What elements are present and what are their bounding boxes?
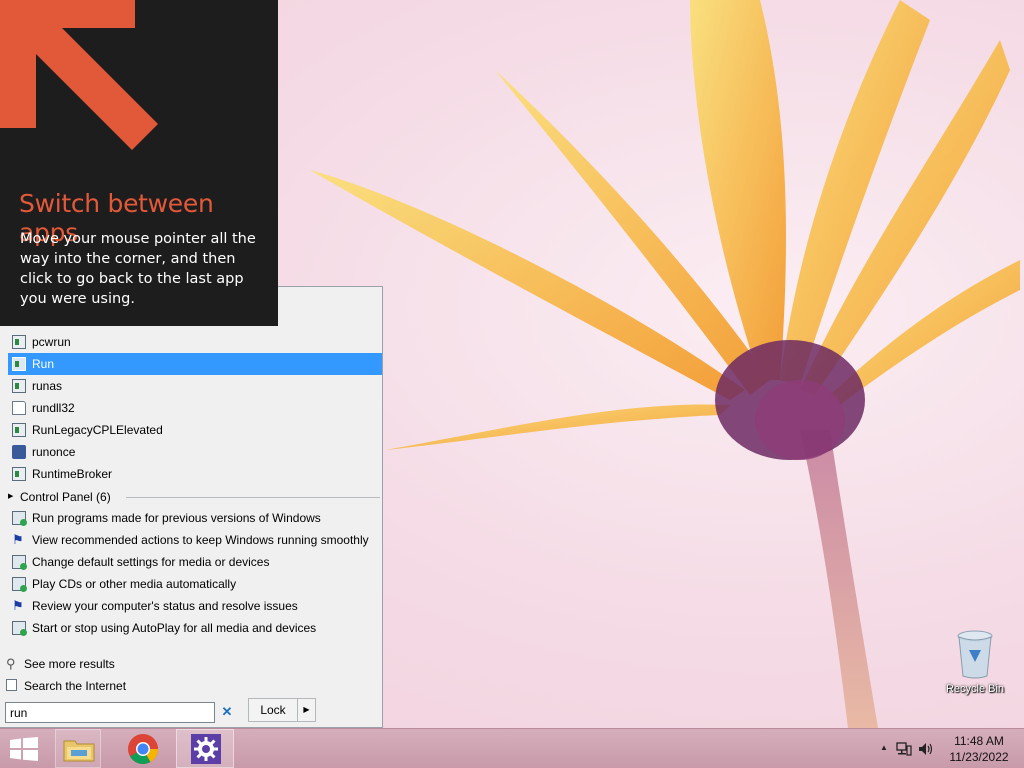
result-label: RuntimeBroker	[32, 467, 113, 481]
chrome-icon	[128, 734, 159, 765]
search-internet-label: Search the Internet	[24, 679, 127, 693]
result-label: rundll32	[32, 401, 75, 415]
internet-search-icon	[6, 679, 17, 691]
section-label: Control Panel (6)	[20, 490, 111, 504]
result-label: RunLegacyCPLElevated	[32, 423, 163, 437]
flag-icon: ⚑	[12, 532, 24, 547]
start-menu: pcwrun Run runas rundll32 RunLegacyCPLEl…	[0, 286, 383, 728]
result-label: Play CDs or other media automatically	[32, 577, 237, 591]
control-panel-section-header[interactable]: ▶ Control Panel (6)	[8, 487, 380, 507]
result-runas[interactable]: runas	[8, 375, 382, 397]
result-runlegacycplelevated[interactable]: RunLegacyCPLElevated	[8, 419, 382, 441]
switch-apps-tip: Switch between apps Move your mouse poin…	[0, 0, 278, 326]
result-label: Run	[32, 357, 55, 371]
corner-arrow-icon	[0, 0, 158, 150]
magnifier-icon: ⚲	[6, 656, 16, 671]
autoplay-icon	[12, 577, 27, 592]
expand-triangle-icon: ▶	[8, 493, 14, 500]
system-tray: ▲ 11:48 AM 11/23/2022	[864, 729, 1024, 768]
cp-item-review-status[interactable]: ⚑ Review your computer's status and reso…	[8, 595, 382, 617]
clear-search-button[interactable]: ✕	[220, 704, 234, 720]
folder-icon	[63, 740, 95, 762]
result-pcwrun[interactable]: pcwrun	[8, 331, 382, 353]
show-hidden-icons-icon[interactable]: ▲	[880, 743, 888, 752]
cp-item-autoplay-toggle[interactable]: Start or stop using AutoPlay for all med…	[8, 617, 382, 639]
settings-taskbar-button[interactable]	[176, 729, 234, 768]
network-icon[interactable]	[896, 742, 912, 756]
autoplay-icon	[12, 555, 27, 570]
document-icon	[12, 401, 26, 415]
cp-item-recommended-actions[interactable]: ⚑ View recommended actions to keep Windo…	[8, 529, 382, 551]
result-label: runas	[32, 379, 63, 393]
power-button-group: Lock ▶	[248, 698, 316, 722]
file-explorer-taskbar-button[interactable]	[55, 729, 101, 768]
clock-date: 11/23/2022	[949, 750, 1009, 764]
clock-time: 11:48 AM	[954, 734, 1004, 748]
result-label: Change default settings for media or dev…	[32, 555, 270, 569]
result-rundll32[interactable]: rundll32	[8, 397, 382, 419]
program-icon	[12, 379, 26, 393]
result-label: pcwrun	[32, 335, 71, 349]
program-icon	[12, 423, 26, 437]
result-label: Review your computer's status and resolv…	[32, 599, 298, 613]
see-more-label: See more results	[24, 657, 115, 671]
flag-icon: ⚑	[12, 598, 24, 613]
tip-body: Move your mouse pointer all the way into…	[20, 231, 256, 307]
result-label: Start or stop using AutoPlay for all med…	[32, 621, 317, 635]
cp-item-play-cds[interactable]: Play CDs or other media automatically	[8, 573, 382, 595]
program-icon	[12, 335, 26, 349]
cp-item-program-compatibility[interactable]: Run programs made for previous versions …	[8, 507, 382, 529]
start-search-input[interactable]	[5, 702, 215, 723]
program-icon	[12, 467, 26, 481]
chrome-taskbar-button[interactable]	[118, 729, 168, 768]
start-button[interactable]	[0, 729, 48, 768]
clock[interactable]: 11:48 AM 11/23/2022	[946, 733, 1012, 765]
result-label: View recommended actions to keep Windows…	[32, 533, 369, 547]
recycle-bin-icon	[957, 630, 993, 679]
result-label: runonce	[32, 445, 76, 459]
windows-logo-icon	[10, 737, 38, 761]
lock-button[interactable]: Lock	[249, 699, 298, 721]
autoplay-icon	[12, 621, 27, 636]
volume-icon[interactable]	[918, 742, 934, 756]
see-more-results-link[interactable]: ⚲ See more results	[0, 653, 374, 675]
result-runtimebroker[interactable]: RuntimeBroker	[8, 463, 382, 485]
cp-item-media-defaults[interactable]: Change default settings for media or dev…	[8, 551, 382, 573]
result-run[interactable]: Run	[8, 353, 382, 375]
recycle-bin-label: Recycle Bin	[945, 683, 1005, 695]
recycle-bin-desktop-icon[interactable]: Recycle Bin	[938, 630, 1012, 700]
section-divider	[126, 497, 380, 498]
gear-icon	[191, 734, 221, 764]
compatibility-icon	[12, 511, 27, 526]
result-runonce[interactable]: runonce	[8, 441, 382, 463]
installer-icon	[12, 445, 26, 459]
search-internet-link[interactable]: Search the Internet	[0, 675, 374, 697]
taskbar: ▲ 11:48 AM 11/23/2022	[0, 728, 1024, 768]
power-options-arrow-icon[interactable]: ▶	[298, 699, 315, 721]
run-icon	[12, 357, 26, 371]
result-label: Run programs made for previous versions …	[32, 511, 321, 525]
